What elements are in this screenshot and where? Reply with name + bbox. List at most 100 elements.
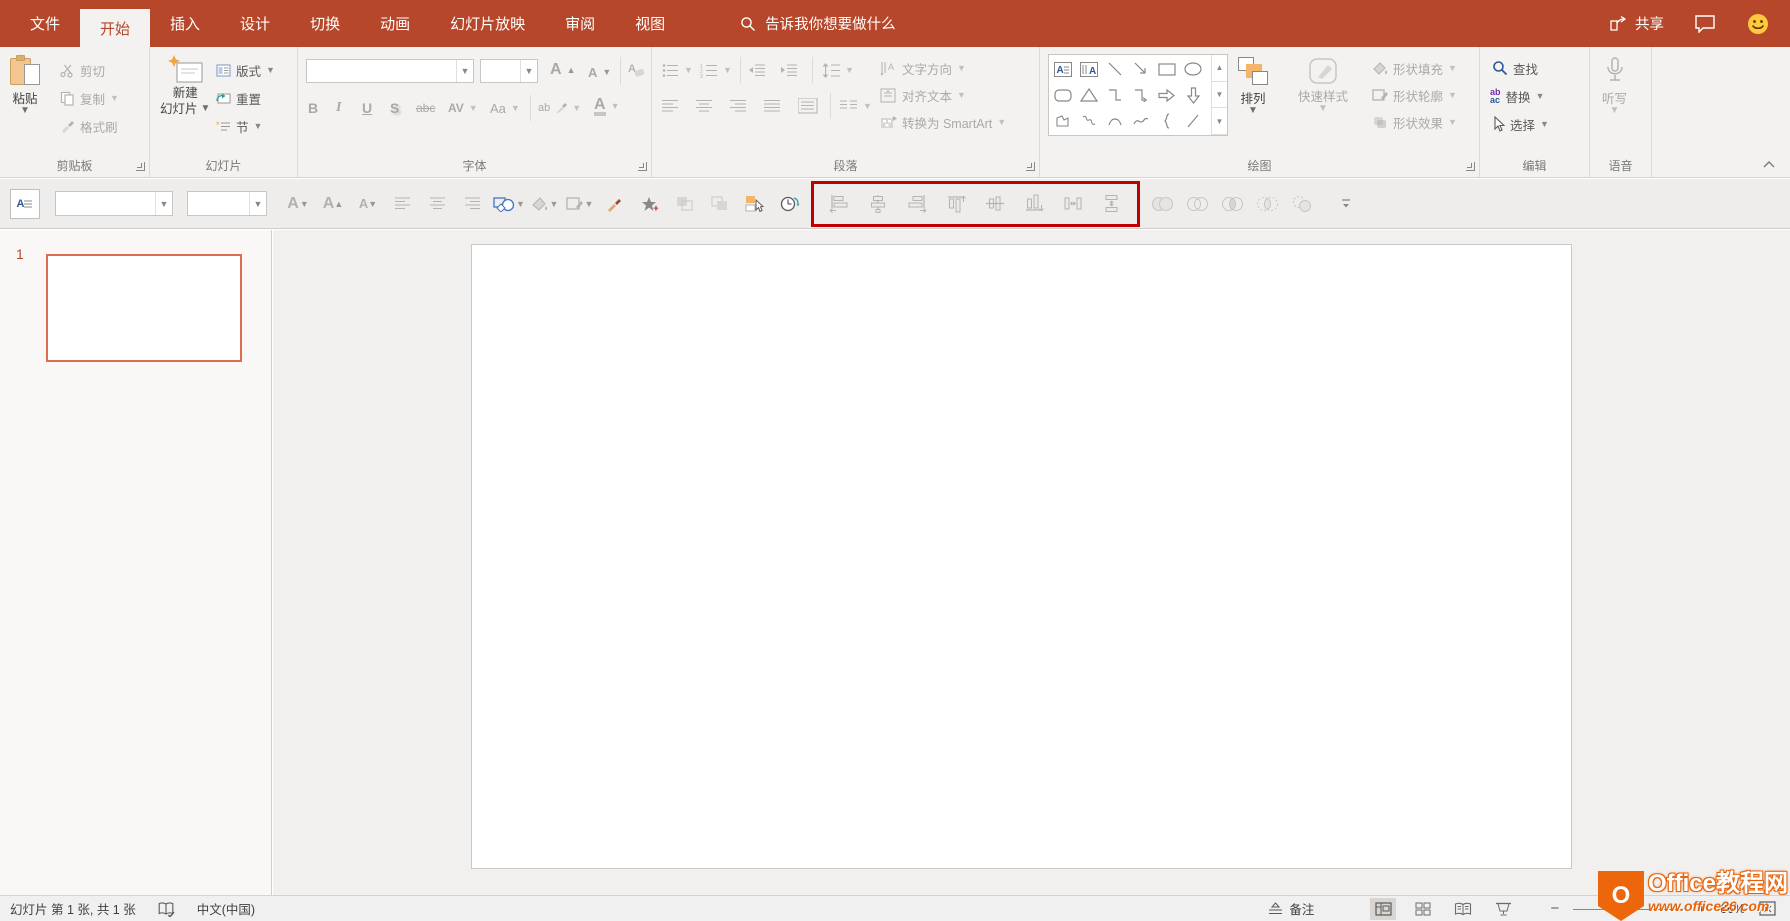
drawing-dialog-launcher[interactable] [1466,162,1475,171]
toolbar-bring-forward-button[interactable] [670,189,700,219]
font-dialog-launcher[interactable] [638,162,647,171]
bold-button[interactable]: B [308,97,318,119]
align-right-button[interactable] [730,95,747,117]
toolbar-more-options-button[interactable] [1331,189,1361,219]
tab-slideshow[interactable]: 幻灯片放映 [430,0,545,47]
shape-oval[interactable] [1180,56,1206,82]
font-size-combo[interactable]: ▼ [480,59,538,83]
toolbar-grow-font-button[interactable]: A▲ [318,189,348,219]
underline-button[interactable]: U [362,97,372,119]
tab-design[interactable]: 设计 [220,0,290,47]
toolbar-font-color-button[interactable]: A▼ [283,189,313,219]
text-direction-button[interactable]: A 文字方向 ▼ [880,57,966,79]
font-name-combo[interactable]: ▼ [306,59,474,83]
numbering-button[interactable]: 123 ▼ [700,59,732,81]
align-objects-left-button[interactable] [824,189,854,219]
shape-scribble[interactable] [1076,108,1102,134]
language-button[interactable]: 中文(中国) [197,899,255,918]
tab-home[interactable]: 开始 [80,9,150,47]
tab-animations[interactable]: 动画 [360,0,430,47]
shape-elbow-arrow-connector[interactable] [1128,82,1154,108]
slide-sorter-view-button[interactable] [1410,898,1436,920]
dictate-button[interactable]: 听写 ▼ [1602,57,1627,115]
slideshow-view-button[interactable] [1490,898,1516,920]
merge-fragment-button[interactable] [1218,189,1248,219]
toolbar-align-left-button[interactable] [388,189,418,219]
toolbar-align-right-button[interactable] [458,189,488,219]
tell-me-search[interactable]: 告诉我你想要做什么 [740,0,896,47]
shape-arc[interactable] [1102,108,1128,134]
normal-view-button[interactable] [1370,898,1396,920]
cut-button[interactable]: 剪切 [60,59,105,81]
toolbar-font-size-combo[interactable]: ▼ [187,191,267,216]
merge-subtract-button[interactable] [1288,189,1318,219]
merge-combine-button[interactable] [1183,189,1213,219]
align-left-button[interactable] [662,95,679,117]
strikethrough-button[interactable]: abc [416,97,435,119]
shape-line-2[interactable] [1180,108,1206,134]
shrink-font-button[interactable]: A▼ [588,61,611,83]
shape-down-arrow[interactable] [1180,82,1206,108]
smiley-feedback-button[interactable] [1746,12,1770,36]
toolbar-selection-pane-button[interactable] [740,189,770,219]
shape-rounded-rectangle[interactable] [1050,82,1076,108]
notes-button[interactable]: 备注 [1268,899,1314,918]
align-objects-middle-button[interactable] [980,189,1010,219]
shapes-scroll-down[interactable]: ▼ [1212,82,1227,109]
decrease-indent-button[interactable] [748,59,766,81]
collapse-ribbon-button[interactable] [1762,160,1776,169]
justify-button[interactable] [764,95,781,117]
clipboard-dialog-launcher[interactable] [136,162,145,171]
slide-thumbnail-1[interactable] [46,254,242,362]
shape-left-brace[interactable] [1154,108,1180,134]
shape-right-arrow[interactable] [1154,82,1180,108]
shapes-gallery-more[interactable]: ▼ [1212,108,1227,135]
section-button[interactable]: * 节 ▼ [216,115,262,137]
reading-view-button[interactable] [1450,898,1476,920]
reset-button[interactable]: 重置 [216,87,261,109]
shape-triangle[interactable] [1076,82,1102,108]
increase-indent-button[interactable] [780,59,798,81]
tab-review[interactable]: 审阅 [545,0,615,47]
shapes-scroll-up[interactable]: ▲ [1212,55,1227,82]
tab-file[interactable]: 文件 [10,0,80,47]
paragraph-dialog-launcher[interactable] [1026,162,1035,171]
align-center-button[interactable] [696,95,713,117]
paste-dropdown[interactable]: ▼ [20,107,30,115]
shape-elbow-connector[interactable] [1102,82,1128,108]
shape-curve[interactable] [1128,108,1154,134]
shape-fill-button[interactable]: 形状填充 ▼ [1372,57,1457,79]
toolbar-shape-outline-button[interactable]: ▼ [565,189,595,219]
shape-rectangle[interactable] [1154,56,1180,82]
copy-button[interactable]: 复制 ▼ [60,87,119,109]
shape-vertical-text-box[interactable]: A [1076,56,1102,82]
distributed-button[interactable] [798,95,818,117]
toolbar-shape-fill-button[interactable]: ▼ [530,189,560,219]
spell-check-button[interactable] [158,901,175,917]
tab-insert[interactable]: 插入 [150,0,220,47]
toolbar-align-center-button[interactable] [423,189,453,219]
arrange-button[interactable]: 排列 ▼ [1238,57,1268,115]
italic-button[interactable]: I [336,97,341,119]
align-text-button[interactable]: 对齐文本 ▼ [880,84,966,106]
shape-text-box[interactable]: A [1050,56,1076,82]
clear-formatting-button[interactable]: A [628,59,645,81]
grow-font-button[interactable]: A▲ [550,59,575,81]
find-button[interactable]: 查找 [1492,57,1538,79]
highlight-color-button[interactable]: ab ▼ [538,97,581,119]
toolbar-shrink-font-button[interactable]: A▼ [353,189,383,219]
font-name-dropdown-icon[interactable]: ▼ [456,60,473,82]
toolbar-send-backward-button[interactable] [705,189,735,219]
shape-line[interactable] [1102,56,1128,82]
quick-styles-button[interactable]: 快速样式 ▼ [1298,57,1348,113]
align-objects-top-button[interactable] [941,189,971,219]
slide-editing-area[interactable] [471,244,1572,869]
layout-button[interactable]: 版式 ▼ [216,59,275,81]
format-painter-button[interactable]: 格式刷 [60,115,118,137]
comments-button[interactable] [1694,14,1716,33]
share-button[interactable]: 共享 [1608,13,1664,34]
align-objects-bottom-button[interactable] [1019,189,1049,219]
toolbar-format-painter-button[interactable] [600,189,630,219]
bullets-button[interactable]: ▼ [662,59,693,81]
line-spacing-button[interactable]: ▼ [822,59,854,81]
